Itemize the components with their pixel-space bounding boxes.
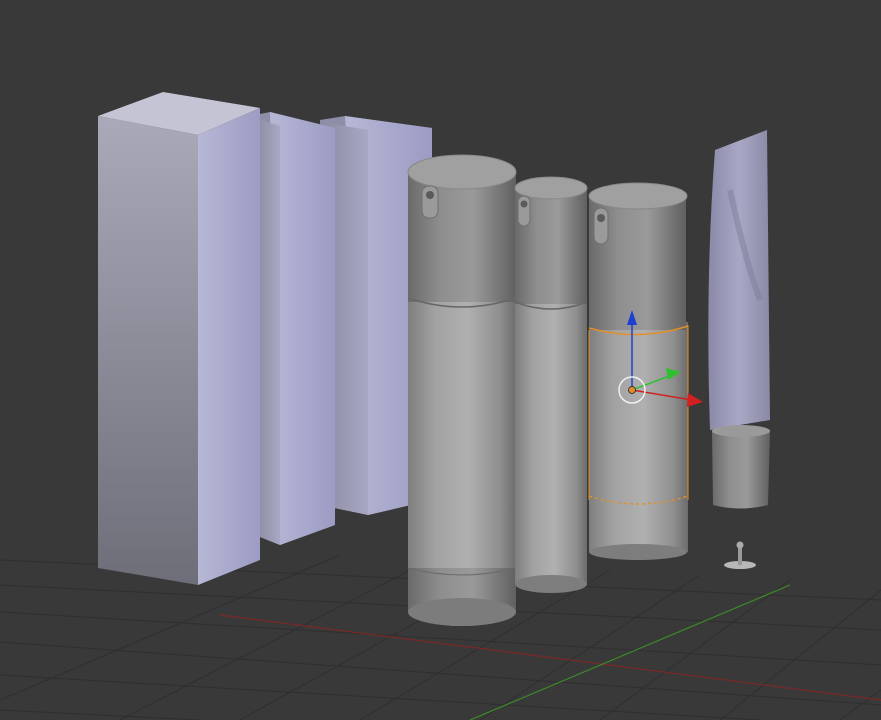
3d-viewport[interactable] — [0, 0, 881, 720]
pump-nozzle — [517, 195, 531, 227]
box-medium[interactable] — [255, 112, 335, 545]
squeeze-tube[interactable] — [708, 130, 770, 509]
pump-nozzle — [421, 185, 439, 219]
origin-point-icon — [628, 386, 636, 394]
viewport-canvas[interactable] — [0, 0, 881, 720]
pump-bottle-large[interactable] — [407, 154, 517, 626]
lamp-object[interactable] — [724, 541, 756, 570]
pump-bottle-medium[interactable] — [514, 176, 588, 593]
pump-nozzle — [593, 207, 609, 245]
x-axis-line — [219, 614, 881, 701]
gizmo-x-arrow-icon[interactable] — [687, 393, 703, 407]
y-axis-line — [469, 584, 791, 720]
box-large[interactable] — [98, 92, 260, 585]
